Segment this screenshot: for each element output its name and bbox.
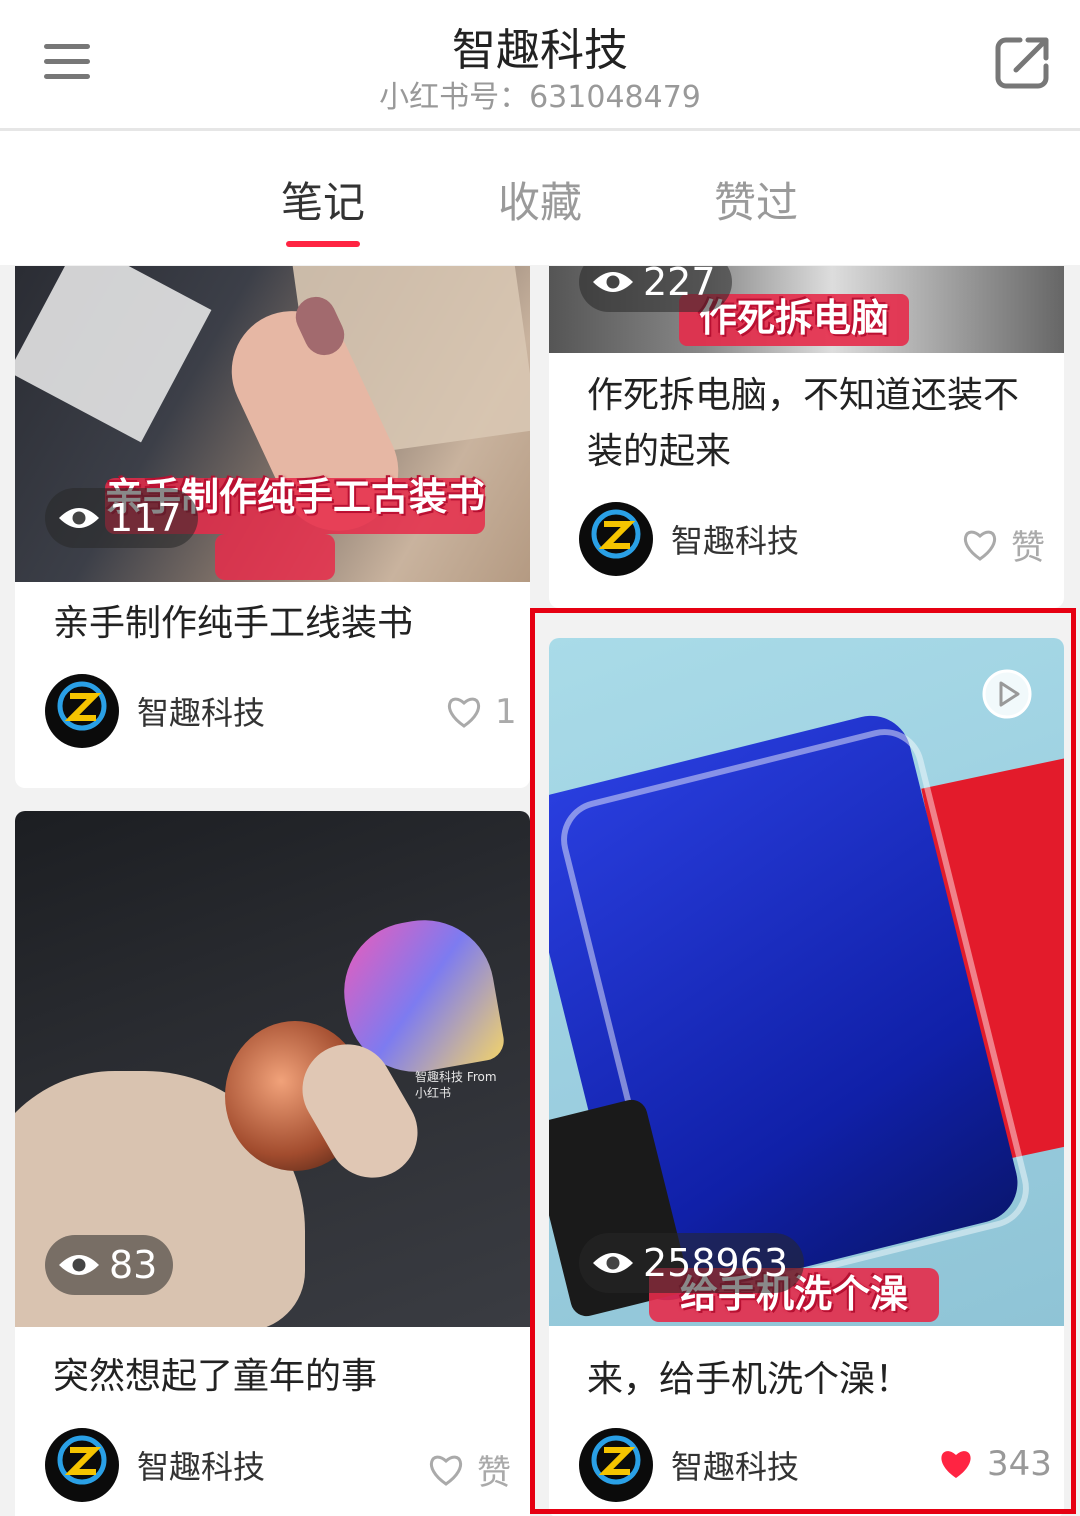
note-title[interactable]: 作死拆电脑，不知道还装不装的起来 <box>587 368 1027 480</box>
view-count-badge: 83 <box>45 1235 174 1295</box>
avatar[interactable] <box>579 502 653 576</box>
note-title[interactable]: 突然想起了童年的事 <box>53 1349 503 1405</box>
like-button[interactable]: 赞 <box>427 1445 511 1494</box>
like-count: 1 <box>495 692 517 732</box>
author-name[interactable]: 智趣科技 <box>137 688 265 734</box>
tab-liked[interactable]: 赞过 <box>656 169 856 230</box>
view-count: 83 <box>109 1243 158 1287</box>
like-button[interactable]: 1 <box>445 692 517 732</box>
eye-icon <box>593 272 633 292</box>
account-id: 小红书号：631048479 <box>379 80 701 115</box>
like-count: 赞 <box>477 1453 511 1493</box>
note-card[interactable]: 作死拆电脑 227 作死拆电脑，不知道还装不装的起来 智趣科技 赞 <box>549 266 1064 608</box>
note-author[interactable]: 智趣科技 <box>579 502 799 576</box>
view-count: 117 <box>109 496 182 540</box>
tab-collections[interactable]: 收藏 <box>440 169 640 230</box>
heart-outline-icon <box>447 697 481 728</box>
author-name[interactable]: 智趣科技 <box>671 516 799 562</box>
eye-icon <box>59 1255 99 1275</box>
note-title[interactable]: 亲手制作纯手工线装书 <box>53 596 503 652</box>
author-name[interactable]: 智趣科技 <box>137 1442 265 1488</box>
eye-icon <box>59 508 99 528</box>
view-count-badge: 227 <box>579 266 732 312</box>
like-count: 赞 <box>1011 528 1045 568</box>
highlight-box <box>530 608 1076 1514</box>
avatar[interactable] <box>45 674 119 748</box>
note-author[interactable]: 智趣科技 <box>45 674 265 748</box>
view-count-badge: 117 <box>45 488 198 548</box>
app-header: 智趣科技 小红书号：631048479 <box>0 0 1080 131</box>
note-cover-image[interactable]: 作死拆电脑 227 <box>549 266 1064 353</box>
note-cover-image[interactable]: 亲手制作纯手工古装书 117 <box>15 266 530 582</box>
page-title: 智趣科技 <box>452 25 628 76</box>
tab-bar: 笔记 收藏 赞过 <box>0 131 1080 265</box>
cover-watermark: 智趣科技 From 小红书 <box>415 1070 497 1100</box>
heart-outline-icon <box>963 530 997 561</box>
share-icon[interactable] <box>994 34 1052 92</box>
note-author[interactable]: 智趣科技 <box>45 1428 265 1502</box>
avatar[interactable] <box>45 1428 119 1502</box>
like-button[interactable]: 赞 <box>961 520 1045 569</box>
note-card[interactable]: 智趣科技 From 小红书 83 突然想起了童年的事 智趣科技 赞 <box>15 811 530 1516</box>
tab-notes[interactable]: 笔记 <box>223 169 423 230</box>
view-count: 227 <box>643 266 716 304</box>
note-card[interactable]: 亲手制作纯手工古装书 117 亲手制作纯手工线装书 智趣科技 1 <box>15 266 530 788</box>
brand-logo-icon <box>57 681 107 731</box>
heart-outline-icon <box>429 1455 463 1486</box>
note-cover-image[interactable]: 智趣科技 From 小红书 83 <box>15 811 530 1327</box>
brand-logo-icon <box>57 1435 107 1485</box>
brand-logo-icon <box>591 509 641 559</box>
active-tab-indicator <box>286 241 360 247</box>
